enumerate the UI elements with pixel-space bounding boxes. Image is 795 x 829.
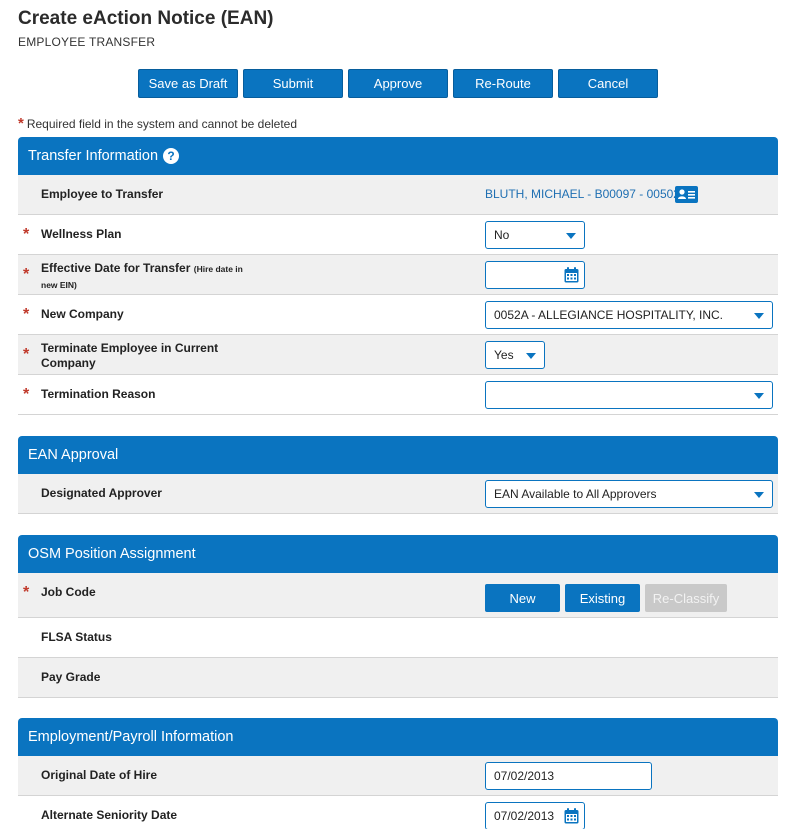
job-code-label: Job Code (41, 585, 96, 599)
wellness-plan-value: No (494, 228, 510, 242)
re-classify-button[interactable]: Re-Classify (645, 584, 727, 612)
id-card-icon[interactable] (675, 186, 698, 203)
required-star: * (23, 386, 30, 403)
re-route-button[interactable]: Re-Route (453, 69, 553, 98)
existing-job-code-button[interactable]: Existing (565, 584, 640, 612)
effective-date-input[interactable] (485, 261, 585, 289)
caret-down-icon (754, 313, 764, 319)
alternate-seniority-date-value: 07/02/2013 (494, 809, 555, 823)
wellness-plan-label: Wellness Plan (41, 227, 122, 241)
page-title: Create eAction Notice (EAN) (18, 8, 274, 29)
flsa-status-label: FLSA Status (41, 630, 112, 644)
page-subtitle: EMPLOYEE TRANSFER (18, 35, 156, 49)
required-field-note: * Required field in the system and cannot… (18, 115, 297, 132)
caret-down-icon (566, 233, 576, 239)
original-date-of-hire-value: 07/02/2013 (494, 769, 555, 783)
section-title: Employment/Payroll Information (28, 729, 234, 745)
row-wellness-plan: * Wellness Plan No (18, 215, 778, 255)
required-note-text: Required field in the system and cannot … (26, 117, 298, 131)
new-company-select[interactable]: 0052A - ALLEGIANCE HOSPITALITY, INC. (485, 301, 773, 329)
cancel-button[interactable]: Cancel (558, 69, 658, 98)
terminate-employee-label: Terminate Employee in Current Company (41, 341, 219, 370)
row-effective-date: * Effective Date for Transfer (Hire date… (18, 255, 778, 295)
row-termination-reason: * Termination Reason (18, 375, 778, 415)
terminate-employee-value: Yes (494, 348, 514, 362)
alternate-seniority-date-input[interactable]: 07/02/2013 (485, 802, 585, 829)
row-pay-grade: Pay Grade (18, 658, 778, 698)
section-title: OSM Position Assignment (28, 546, 196, 562)
section-title: EAN Approval (28, 447, 119, 463)
calendar-icon[interactable] (564, 267, 579, 283)
section-ean-approval: EAN Approval (18, 436, 778, 474)
section-title: Transfer Information (28, 148, 159, 164)
alternate-seniority-date-label: Alternate Seniority Date (41, 808, 178, 822)
required-star: * (18, 115, 24, 132)
help-circle-icon[interactable]: ? (163, 148, 180, 164)
new-job-code-button[interactable]: New (485, 584, 560, 612)
section-transfer-information: Transfer Information ? (18, 137, 778, 175)
original-date-of-hire-input[interactable]: 07/02/2013 (485, 762, 652, 790)
calendar-icon[interactable] (564, 808, 579, 824)
row-designated-approver: Designated Approver EAN Available to All… (18, 474, 778, 514)
row-new-company: * New Company 0052A - ALLEGIANCE HOSPITA… (18, 295, 778, 335)
required-star: * (23, 584, 30, 601)
section-employment-payroll: Employment/Payroll Information (18, 718, 778, 756)
section-osm-position-assignment: OSM Position Assignment (18, 535, 778, 573)
row-flsa-status: FLSA Status (18, 618, 778, 658)
employee-link[interactable]: BLUTH, MICHAEL - B00097 - 00502 (485, 187, 680, 201)
row-alternate-seniority-date: Alternate Seniority Date 07/02/2013 (18, 796, 778, 829)
termination-reason-label: Termination Reason (41, 387, 156, 401)
row-employee-to-transfer: Employee to Transfer BLUTH, MICHAEL - B0… (18, 175, 778, 215)
terminate-employee-select[interactable]: Yes (485, 341, 545, 369)
employee-to-transfer-label: Employee to Transfer (41, 187, 164, 201)
row-original-date-of-hire: Original Date of Hire 07/02/2013 (18, 756, 778, 796)
required-star: * (23, 226, 30, 243)
required-star: * (23, 266, 30, 283)
effective-date-label-text: Effective Date for Transfer (41, 261, 191, 275)
new-company-value: 0052A - ALLEGIANCE HOSPITALITY, INC. (494, 308, 723, 322)
approve-button[interactable]: Approve (348, 69, 448, 98)
required-star: * (23, 306, 30, 323)
row-job-code: * Job Code New Existing Re-Classify (18, 573, 778, 618)
caret-down-icon (754, 393, 764, 399)
termination-reason-select[interactable] (485, 381, 773, 409)
save-as-draft-button[interactable]: Save as Draft (138, 69, 238, 98)
wellness-plan-select[interactable]: No (485, 221, 585, 249)
effective-date-label: Effective Date for Transfer (Hire date i… (41, 261, 251, 293)
caret-down-icon (526, 353, 536, 359)
designated-approver-value: EAN Available to All Approvers (494, 487, 657, 501)
pay-grade-label: Pay Grade (41, 670, 101, 684)
submit-button[interactable]: Submit (243, 69, 343, 98)
required-star: * (23, 346, 30, 363)
designated-approver-select[interactable]: EAN Available to All Approvers (485, 480, 773, 508)
row-terminate-employee: * Terminate Employee in Current Company … (18, 335, 778, 375)
caret-down-icon (754, 492, 764, 498)
original-date-of-hire-label: Original Date of Hire (41, 768, 158, 782)
new-company-label: New Company (41, 307, 124, 321)
action-toolbar: Save as Draft Submit Approve Re-Route Ca… (138, 69, 658, 98)
designated-approver-label: Designated Approver (41, 486, 162, 500)
